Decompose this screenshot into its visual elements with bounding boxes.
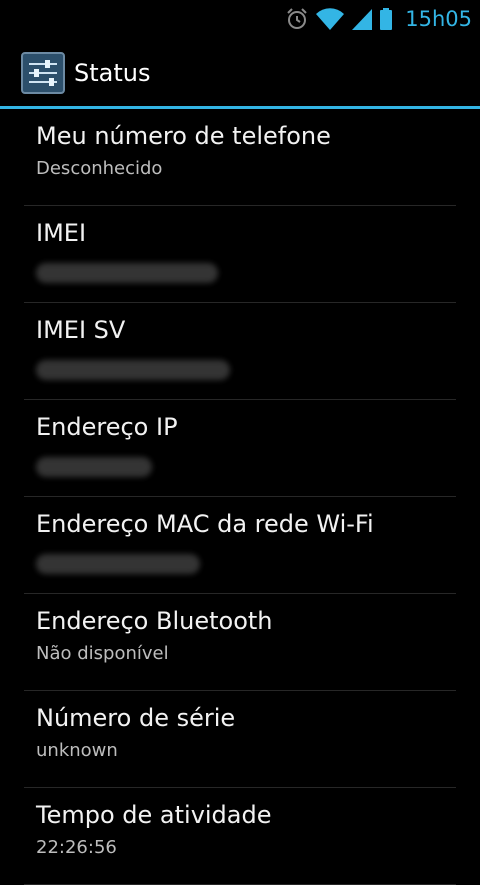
- status-bar: 15h05: [0, 0, 480, 38]
- status-item-uptime[interactable]: Tempo de atividade 22:26:56: [24, 788, 456, 885]
- redacted-value: [36, 554, 200, 574]
- signal-icon: [352, 9, 373, 30]
- item-title: IMEI: [36, 219, 87, 247]
- wifi-icon: [316, 8, 345, 31]
- status-item-serial-number[interactable]: Número de série unknown: [24, 691, 456, 788]
- item-summary: Desconhecido: [36, 158, 163, 179]
- redacted-value: [36, 360, 230, 380]
- redacted-value: [36, 263, 218, 283]
- redacted-value: [36, 457, 152, 477]
- item-title: Meu número de telefone: [36, 122, 331, 150]
- status-item-imei[interactable]: IMEI: [24, 206, 456, 303]
- item-title: Tempo de atividade: [36, 801, 272, 829]
- page-title: Status: [74, 59, 151, 87]
- item-summary: 22:26:56: [36, 837, 117, 858]
- status-item-ip-address[interactable]: Endereço IP: [24, 400, 456, 497]
- status-item-bluetooth-address[interactable]: Endereço Bluetooth Não disponível: [24, 594, 456, 691]
- action-bar: Status: [0, 38, 480, 106]
- item-title: Número de série: [36, 704, 236, 732]
- item-title: Endereço MAC da rede Wi-Fi: [36, 510, 374, 538]
- battery-icon: [380, 8, 393, 30]
- settings-sliders-icon[interactable]: [21, 52, 65, 94]
- status-time: 15h05: [405, 7, 472, 31]
- item-title: Endereço Bluetooth: [36, 607, 273, 635]
- alarm-icon: [287, 8, 307, 29]
- item-title: Endereço IP: [36, 413, 178, 441]
- status-icons: 15h05: [285, 4, 472, 34]
- item-title: IMEI SV: [36, 316, 126, 344]
- item-summary: Não disponível: [36, 643, 169, 664]
- status-item-wifi-mac[interactable]: Endereço MAC da rede Wi-Fi: [24, 497, 456, 594]
- status-item-phone-number[interactable]: Meu número de telefone Desconhecido: [24, 109, 456, 206]
- status-list: Meu número de telefone Desconhecido IMEI…: [0, 109, 480, 885]
- status-item-imei-sv[interactable]: IMEI SV: [24, 303, 456, 400]
- item-summary: unknown: [36, 740, 118, 761]
